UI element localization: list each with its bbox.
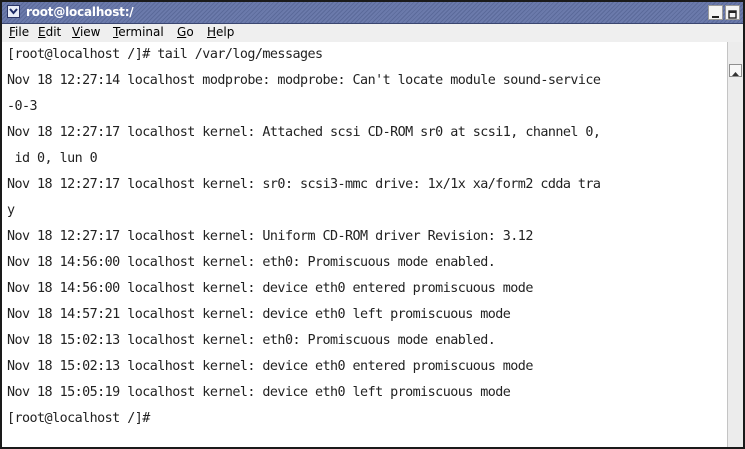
menu-go[interactable]: Go [177, 25, 194, 40]
terminal-line: id 0, lun 0 [7, 151, 98, 166]
terminal-line: -0-3 [7, 99, 38, 114]
terminal-line: Nov 18 14:56:00 localhost kernel: eth0: … [7, 255, 496, 270]
title-bar[interactable]: root@localhost:/ [2, 2, 743, 24]
window-title: root@localhost:/ [26, 5, 134, 19]
menu-edit[interactable]: Edit [38, 25, 61, 40]
menu-bar: File Edit View Terminal Go Help [2, 24, 743, 43]
menu-file[interactable]: File [9, 25, 29, 40]
scroll-up-arrow-icon[interactable] [729, 64, 742, 77]
window-menu-icon[interactable] [7, 5, 20, 18]
terminal-line: Nov 18 15:02:13 localhost kernel: device… [7, 359, 533, 374]
terminal-line: Nov 18 15:02:13 localhost kernel: eth0: … [7, 333, 496, 348]
vertical-scrollbar[interactable] [727, 42, 743, 447]
menu-terminal[interactable]: Terminal [113, 25, 164, 40]
terminal-line: [root@localhost /]# tail /var/log/messag… [7, 47, 323, 62]
terminal-line: Nov 18 12:27:14 localhost modprobe: modp… [7, 73, 601, 88]
terminal-line: Nov 18 14:56:00 localhost kernel: device… [7, 281, 533, 296]
terminal-line: y [7, 203, 15, 218]
terminal-window: root@localhost:/ File Edit View Terminal… [0, 0, 745, 449]
terminal-prompt: [root@localhost /]# [7, 411, 150, 426]
menu-help[interactable]: Help [207, 25, 234, 40]
maximize-icon[interactable] [725, 5, 740, 20]
terminal-line: Nov 18 12:27:17 localhost kernel: Attach… [7, 125, 601, 140]
terminal-line: Nov 18 14:57:21 localhost kernel: device… [7, 307, 511, 322]
minimize-icon[interactable] [708, 5, 723, 20]
terminal-output[interactable]: [root@localhost /]# tail /var/log/messag… [2, 42, 727, 447]
menu-view[interactable]: View [72, 25, 100, 40]
terminal-line: Nov 18 12:27:17 localhost kernel: sr0: s… [7, 177, 601, 192]
terminal-line: Nov 18 15:05:19 localhost kernel: device… [7, 385, 511, 400]
terminal-line: Nov 18 12:27:17 localhost kernel: Unifor… [7, 229, 533, 244]
